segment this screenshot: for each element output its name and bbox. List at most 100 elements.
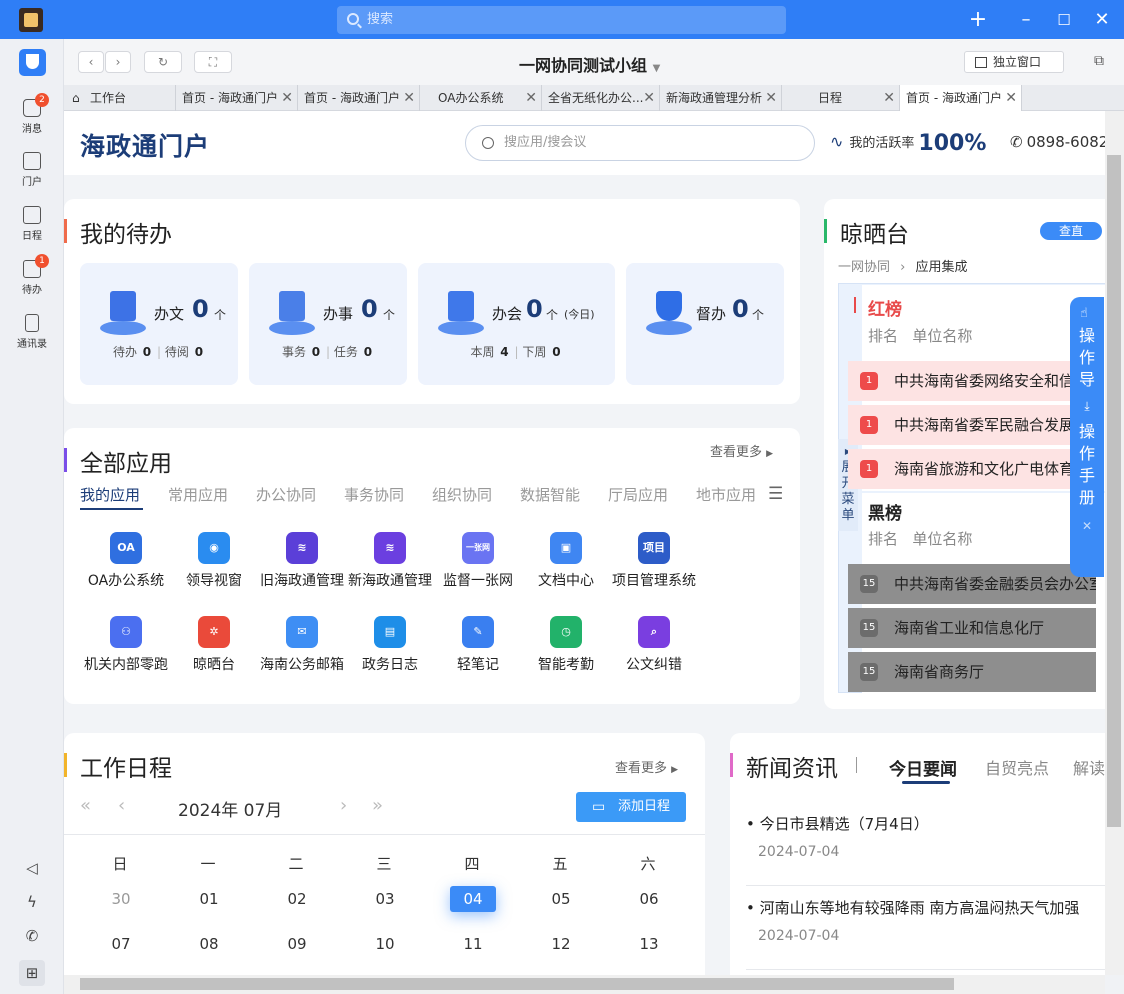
calendar-day[interactable]: 09 <box>274 931 320 957</box>
shield-logo-icon[interactable] <box>19 49 46 76</box>
fullscreen-icon[interactable]: ⛶ <box>194 51 232 73</box>
close-icon[interactable]: ✕ <box>643 85 655 111</box>
close-icon[interactable]: ✕ <box>883 85 895 111</box>
category-tab-data[interactable]: 数据智能 <box>520 484 580 505</box>
app-item[interactable]: ⌕ 公文纠错 <box>606 616 702 674</box>
tab-new-hzt[interactable]: 新海政通管理分析 ✕ <box>660 85 782 111</box>
category-tab-my-apps[interactable]: 我的应用 <box>80 484 140 505</box>
app-item[interactable]: ≋ 新海政通管理 <box>342 532 438 590</box>
group-title-dropdown[interactable]: 一网协同测试小组 ▼ <box>519 52 660 76</box>
apps-more-link[interactable]: 查看更多 ▶ <box>710 441 773 460</box>
news-item[interactable]: • 今日市县精选（7月4日） 2024-07-04 <box>746 813 1105 860</box>
black-row[interactable]: 15 海南省商务厅 <box>848 652 1096 692</box>
close-icon[interactable]: ✕ <box>765 85 777 111</box>
app-item[interactable]: ◉ 领导视窗 <box>166 532 262 590</box>
category-tab-city[interactable]: 地市应用 <box>696 484 758 505</box>
operation-guide-panel[interactable]: ☝ 操作导 ⤓ 操作手册 ✕ <box>1070 297 1104 577</box>
tab-oa[interactable]: OA办公系统 ✕ <box>420 85 542 111</box>
independent-window-button[interactable]: 独立窗口 <box>964 51 1064 73</box>
app-item[interactable]: ◷ 智能考勤 <box>518 616 614 674</box>
calendar-day[interactable]: 13 <box>626 931 672 957</box>
calendar-day[interactable]: 01 <box>186 886 232 912</box>
portal-search-input[interactable]: 搜应用/搜会议 <box>465 125 815 161</box>
app-item[interactable]: 项目 项目管理系统 <box>606 532 702 590</box>
lightning-icon[interactable]: ϟ <box>23 893 41 911</box>
close-icon[interactable]: ✕ <box>1005 85 1017 111</box>
calendar-day-today[interactable]: 04 <box>450 886 496 912</box>
red-row[interactable]: 1 海南省旅游和文化广电体育厅 <box>848 449 1096 489</box>
news-item[interactable]: • 河南山东等地有较强降雨 南方高温闷热天气加强 2024-07-04 <box>746 897 1105 944</box>
app-item[interactable]: ≋ 旧海政通管理 <box>254 532 350 590</box>
breadcrumb-item[interactable]: 一网协同 <box>838 260 890 275</box>
vertical-scrollbar[interactable] <box>1105 111 1124 975</box>
app-item[interactable]: ▣ 文档中心 <box>518 532 614 590</box>
calendar-day[interactable]: 11 <box>450 931 496 957</box>
close-icon[interactable]: ✕ <box>281 85 293 111</box>
calendar-day[interactable]: 05 <box>538 886 584 912</box>
tab-workbench[interactable]: ⌂ 工作台 <box>64 85 176 111</box>
restore-window-icon[interactable]: ⧉ <box>1094 53 1104 69</box>
app-item[interactable]: 一张网 监督一张网 <box>430 532 526 590</box>
calendar-day[interactable]: 02 <box>274 886 320 912</box>
menu-icon[interactable]: ☰ <box>768 484 783 504</box>
add-schedule-button[interactable]: ▭ 添加日程 <box>576 792 686 822</box>
view-button[interactable]: 查直 <box>1040 222 1102 240</box>
prev-year-button[interactable]: « <box>80 795 91 816</box>
category-tab-affairs[interactable]: 事务协同 <box>344 484 404 505</box>
news-tab-today[interactable]: 今日要闻 <box>889 755 957 780</box>
category-tab-org[interactable]: 组织协同 <box>432 484 492 505</box>
red-row[interactable]: 1 中共海南省委军民融合发展委员会办公室 <box>848 405 1096 445</box>
phone-icon[interactable]: ✆ <box>23 927 41 945</box>
sidebar-item-contacts[interactable]: 通讯录 <box>0 314 64 350</box>
tab-paperless[interactable]: 全省无纸化办公... ✕ <box>542 85 660 111</box>
close-window-button[interactable]: ✕ <box>1089 7 1115 33</box>
tab-portal-3[interactable]: 首页 - 海政通门户 ✕ <box>900 85 1022 111</box>
tab-schedule[interactable]: 日程 ✕ <box>782 85 900 111</box>
todo-box-meetings[interactable]: 办会 0 个 (今日) 本周 4 | 下周 0 <box>418 263 615 385</box>
speaker-icon[interactable]: ◁ <box>23 859 41 877</box>
news-tab-interpret[interactable]: 解读 <box>1073 755 1105 779</box>
schedule-more-link[interactable]: 查看更多 ▶ <box>615 757 678 776</box>
todo-box-affairs[interactable]: 办事 0 个 事务 0 | 任务 0 <box>249 263 407 385</box>
manual-label[interactable]: 操作手册 <box>1079 421 1095 509</box>
app-item[interactable]: ✎ 轻笔记 <box>430 616 526 674</box>
category-tab-office[interactable]: 办公协同 <box>256 484 316 505</box>
apps-grid-icon[interactable]: ⊞ <box>19 960 45 986</box>
vertical-scroll-thumb[interactable] <box>1107 155 1121 827</box>
refresh-icon[interactable]: ↻ <box>144 51 182 73</box>
sidebar-item-todo[interactable]: 1 待办 <box>0 254 64 296</box>
sidebar-item-messages[interactable]: 2 消息 <box>0 93 64 135</box>
close-icon[interactable]: ✕ <box>403 85 415 111</box>
next-month-button[interactable]: › <box>340 795 347 816</box>
add-icon[interactable]: + <box>965 7 991 33</box>
sidebar-item-schedule[interactable]: 日程 <box>0 206 64 242</box>
app-item[interactable]: ▤ 政务日志 <box>342 616 438 674</box>
calendar-day[interactable]: 12 <box>538 931 584 957</box>
maximize-button[interactable]: ☐ <box>1051 7 1077 33</box>
red-row[interactable]: 1 中共海南省委网络安全和信息化委员会办公室 <box>848 361 1096 401</box>
tab-portal-2[interactable]: 首页 - 海政通门户 ✕ <box>298 85 420 111</box>
todo-box-supervise[interactable]: 督办 0 个 <box>626 263 784 385</box>
forward-button[interactable]: › <box>105 51 131 73</box>
calendar-day[interactable]: 07 <box>98 931 144 957</box>
sidebar-item-portal[interactable]: 门户 <box>0 152 64 188</box>
category-tab-dept[interactable]: 厅局应用 <box>608 484 668 505</box>
global-search-input[interactable]: 搜索 <box>337 6 786 34</box>
prev-month-button[interactable]: ‹ <box>118 795 125 816</box>
close-icon[interactable]: ✕ <box>1070 515 1104 537</box>
close-icon[interactable]: ✕ <box>525 85 537 111</box>
calendar-day[interactable]: 03 <box>362 886 408 912</box>
calendar-day[interactable]: 06 <box>626 886 672 912</box>
category-tab-common[interactable]: 常用应用 <box>168 484 228 505</box>
minimize-button[interactable]: – <box>1013 7 1039 33</box>
horizontal-scroll-thumb[interactable] <box>80 978 954 990</box>
calendar-day[interactable]: 10 <box>362 931 408 957</box>
app-item[interactable]: ⚇ 机关内部零跑 <box>78 616 174 674</box>
calendar-day[interactable]: 08 <box>186 931 232 957</box>
app-item[interactable]: ✉ 海南公务邮箱 <box>254 616 350 674</box>
black-row[interactable]: 15 海南省工业和信息化厅 <box>848 608 1096 648</box>
app-item[interactable]: OA OA办公系统 <box>78 532 174 590</box>
todo-box-docs[interactable]: 办文 0 个 待办 0 | 待阅 0 <box>80 263 238 385</box>
news-tab-ftz[interactable]: 自贸亮点 <box>985 755 1049 779</box>
calendar-day[interactable]: 30 <box>98 886 144 912</box>
